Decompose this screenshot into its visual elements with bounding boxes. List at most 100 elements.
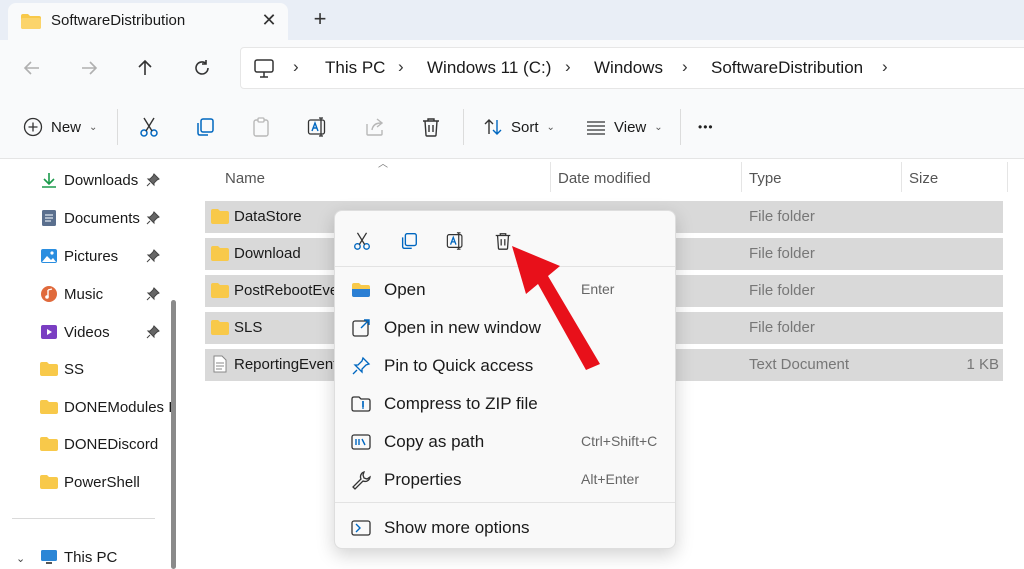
column-divider[interactable] <box>901 162 902 192</box>
new-label: New <box>51 118 82 136</box>
menu-item-copy-as-path[interactable]: Copy as path Ctrl+Shift+C <box>335 424 675 460</box>
sidebar-item-videos[interactable]: Videos <box>40 320 110 344</box>
more-options-button[interactable]: ••• <box>698 113 714 141</box>
delete-button[interactable] <box>420 113 442 141</box>
file-name: PostRebootEver <box>234 282 344 299</box>
sidebar-item-ss[interactable]: SS <box>40 357 84 381</box>
breadcrumb-windows[interactable]: Windows <box>594 58 663 78</box>
column-divider[interactable] <box>550 162 551 192</box>
column-header-size[interactable]: Size <box>909 170 938 187</box>
sidebar-item-documents[interactable]: Documents <box>40 206 140 230</box>
rename-button[interactable] <box>307 113 329 141</box>
folder-icon <box>40 475 58 489</box>
tab-title: SoftwareDistribution <box>51 12 186 29</box>
context-copy-button[interactable] <box>397 229 421 253</box>
column-header-type[interactable]: Type <box>749 170 782 187</box>
column-header-name[interactable]: Name <box>225 170 265 187</box>
chevron-down-icon[interactable]: ⌄ <box>16 552 25 565</box>
new-button[interactable]: New ⌄ <box>23 113 97 141</box>
monitor-icon <box>41 550 57 564</box>
close-tab-icon[interactable]: ✕ <box>258 9 280 31</box>
view-button[interactable]: View ⌄ <box>586 113 663 141</box>
tab-softwaredistribution[interactable]: SoftwareDistribution ✕ <box>8 3 288 40</box>
videos-icon <box>41 325 57 339</box>
file-type: File folder <box>749 319 815 336</box>
back-button[interactable] <box>18 54 46 82</box>
file-name: SLS <box>234 319 263 336</box>
plus-circle-icon <box>23 117 43 137</box>
rename-icon <box>307 117 326 137</box>
menu-item-compress-to-zip[interactable]: Compress to ZIP file <box>335 386 675 422</box>
sort-button[interactable]: Sort ⌄ <box>483 113 555 141</box>
copy-button[interactable] <box>194 113 216 141</box>
forward-button[interactable] <box>75 54 103 82</box>
folder-icon <box>211 283 229 298</box>
arrow-right-icon <box>82 61 98 75</box>
cut-button[interactable] <box>138 113 160 141</box>
sidebar-item-donediscord[interactable]: DONEDiscord <box>40 432 158 456</box>
sidebar-item-label: Pictures <box>64 247 119 265</box>
tab-bar: SoftwareDistribution ✕ + <box>0 0 1024 40</box>
column-divider[interactable] <box>741 162 742 192</box>
documents-icon <box>42 210 56 226</box>
chevron-down-icon: ⌄ <box>546 121 555 133</box>
breadcrumb-separator: › <box>293 57 299 76</box>
menu-item-label: Show more options <box>384 518 530 537</box>
file-name: Download <box>234 245 301 262</box>
pin-icon[interactable] <box>146 325 160 339</box>
paste-icon <box>253 117 269 137</box>
pin-icon[interactable] <box>146 211 160 225</box>
sidebar-item-label: This PC <box>64 548 118 566</box>
up-button[interactable] <box>131 54 159 82</box>
menu-item-label: Properties <box>384 470 462 489</box>
divider <box>117 109 118 145</box>
sidebar-item-downloads[interactable]: Downloads <box>40 168 138 192</box>
sidebar-item-label: Music <box>64 285 104 303</box>
sidebar-item-music[interactable]: Music <box>40 282 103 306</box>
breadcrumb-this-pc[interactable]: This PC <box>325 58 385 78</box>
arrow-up-icon <box>138 59 152 75</box>
context-rename-button[interactable] <box>444 229 468 253</box>
pin-icon[interactable] <box>146 173 160 187</box>
sidebar-item-donemodules[interactable]: DONEModules I <box>40 395 172 419</box>
sidebar-scrollbar[interactable] <box>171 300 176 569</box>
pin-icon[interactable] <box>146 249 160 263</box>
column-header-date-modified[interactable]: Date modified <box>558 170 651 187</box>
breadcrumb-softwaredistribution[interactable]: SoftwareDistribution <box>711 58 863 78</box>
sort-ascending-icon: ︿ <box>378 159 388 170</box>
download-icon <box>42 173 56 188</box>
paste-button[interactable] <box>250 113 272 141</box>
context-cut-button[interactable] <box>350 229 374 253</box>
refresh-button[interactable] <box>188 54 216 82</box>
file-type: File folder <box>749 245 815 262</box>
file-name: DataStore <box>234 208 302 225</box>
pin-icon[interactable] <box>146 287 160 301</box>
refresh-icon <box>195 60 209 75</box>
breadcrumb-separator[interactable]: › <box>882 57 888 77</box>
sidebar-item-this-pc[interactable]: This PC <box>40 545 117 569</box>
zip-icon <box>351 396 371 412</box>
new-tab-button[interactable]: + <box>308 8 332 32</box>
address-bar[interactable]: › This PC › Windows 11 (C:) › Windows › … <box>240 47 1024 89</box>
copy-icon <box>197 118 214 136</box>
column-divider[interactable] <box>1007 162 1008 192</box>
menu-item-properties[interactable]: Properties Alt+Enter <box>335 462 675 498</box>
breadcrumb-windows-11-c[interactable]: Windows 11 (C:) <box>427 58 551 78</box>
breadcrumb-separator: › <box>565 57 571 76</box>
sidebar-item-label: Documents <box>64 209 140 227</box>
sidebar-item-powershell[interactable]: PowerShell <box>40 470 140 494</box>
sidebar-item-label: DONEDiscord <box>64 435 159 453</box>
more-options-icon <box>351 520 371 536</box>
view-label: View <box>614 118 647 136</box>
address-row: › This PC › Windows 11 (C:) › Windows › … <box>0 40 1024 95</box>
folder-icon <box>211 246 229 261</box>
text-document-icon <box>213 355 227 373</box>
share-icon <box>366 118 384 136</box>
wrench-icon <box>352 471 371 490</box>
pictures-icon <box>41 249 57 263</box>
menu-item-show-more-options[interactable]: Show more options <box>335 510 675 546</box>
file-name: ReportingEvents <box>234 356 345 373</box>
sidebar-item-pictures[interactable]: Pictures <box>40 244 118 268</box>
share-button[interactable] <box>364 113 386 141</box>
breadcrumb-separator: › <box>398 57 404 76</box>
